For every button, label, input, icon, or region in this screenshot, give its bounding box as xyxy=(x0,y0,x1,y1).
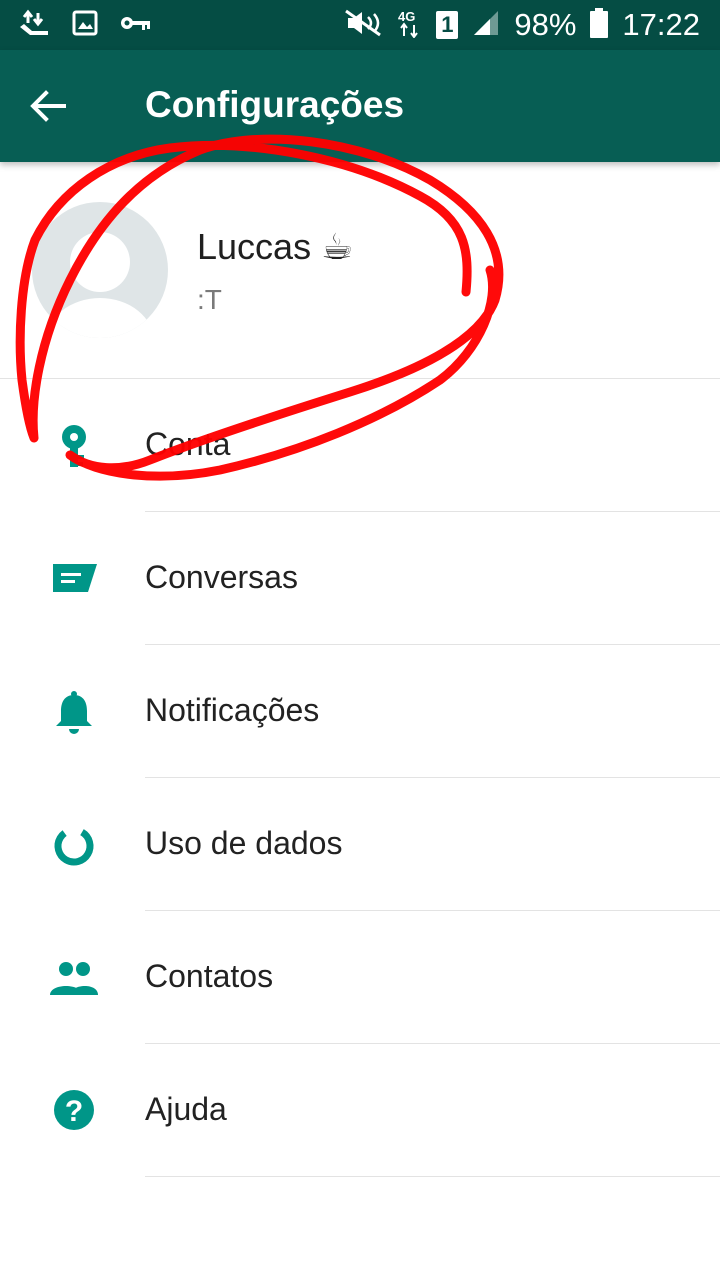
divider xyxy=(145,1176,720,1177)
mute-icon xyxy=(344,9,384,42)
chat-icon xyxy=(50,556,98,604)
settings-item-uso-de-dados[interactable]: Uso de dados xyxy=(0,778,720,911)
settings-item-label: Notificações xyxy=(145,692,320,728)
network-4g-icon: 4G xyxy=(398,8,422,43)
settings-item-label: Uso de dados xyxy=(145,825,343,861)
battery-icon xyxy=(590,7,609,43)
svg-text:?: ? xyxy=(65,1095,83,1128)
profile-name: Luccas ☕ xyxy=(197,226,354,267)
sim-1-icon: 1 xyxy=(436,11,459,39)
profile-header[interactable]: Luccas ☕ :T xyxy=(0,162,720,378)
help-icon: ? xyxy=(50,1088,98,1136)
default-avatar-icon xyxy=(46,232,154,338)
data-usage-icon xyxy=(50,822,98,870)
key-icon xyxy=(120,13,152,38)
svg-text:4G: 4G xyxy=(398,9,415,24)
page-title: Configurações xyxy=(145,84,405,125)
avatar[interactable] xyxy=(32,202,168,338)
settings-item-label: Ajuda xyxy=(145,1091,227,1127)
app-bar: Configurações xyxy=(0,50,720,162)
settings-item-conta[interactable]: Conta xyxy=(0,379,720,512)
arrow-back-icon[interactable] xyxy=(28,86,68,126)
gallery-icon xyxy=(72,10,98,41)
settings-item-conversas[interactable]: Conversas xyxy=(0,512,720,645)
settings-item-ajuda[interactable]: ? Ajuda xyxy=(0,1044,720,1177)
signal-icon xyxy=(472,9,500,42)
clock: 17:22 xyxy=(622,7,700,42)
bell-icon xyxy=(50,689,98,737)
status-bar: 4G 1 98% 17:22 xyxy=(0,0,720,50)
settings-item-label: Conversas xyxy=(145,559,298,595)
settings-item-contatos[interactable]: Contatos xyxy=(0,911,720,1044)
sync-icon xyxy=(18,9,50,42)
profile-status: :T xyxy=(197,284,222,315)
settings-item-notificacoes[interactable]: Notificações xyxy=(0,645,720,778)
contacts-icon xyxy=(50,955,98,1003)
key-icon xyxy=(50,423,98,471)
settings-item-label: Contatos xyxy=(145,958,274,994)
battery-percent: 98% xyxy=(514,7,577,42)
settings-item-label: Conta xyxy=(145,426,231,462)
